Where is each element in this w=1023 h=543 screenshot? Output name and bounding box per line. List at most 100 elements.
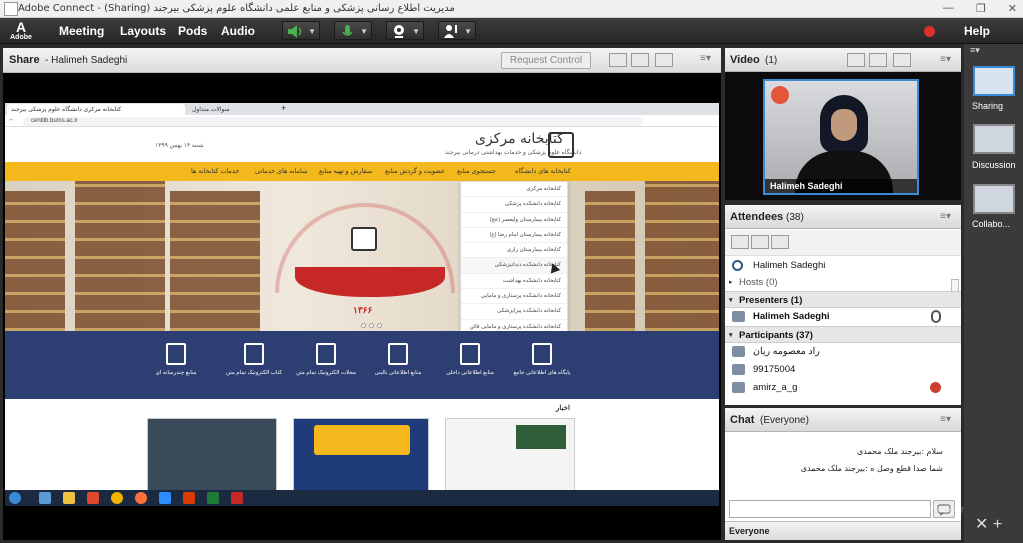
journal-icon[interactable]	[316, 343, 336, 365]
microphone-icon	[342, 25, 353, 36]
webcam-feed[interactable]: Halimeh Sadeghi	[763, 79, 919, 195]
taskbar-app-icon[interactable]	[39, 492, 51, 504]
taskbar-app-icon[interactable]	[87, 492, 99, 504]
attendees-count: (38)	[786, 212, 804, 223]
back-icon[interactable]: ←	[8, 116, 15, 123]
dropdown-item[interactable]: کتابخانه بیمارستان ولیعصر (عج)	[461, 213, 567, 228]
participants-group[interactable]: ▾ Participants (37)	[725, 326, 961, 343]
chrome-icon[interactable]	[111, 492, 123, 504]
ebook-icon[interactable]	[244, 343, 264, 365]
database-icon[interactable]	[532, 343, 552, 365]
dropdown-item[interactable]: کتابخانه دانشکده پیراپزشکی	[461, 304, 567, 320]
news-card-meeting-photo[interactable]	[147, 418, 277, 495]
pod-options-menu-icon[interactable]: ≡▾	[940, 54, 951, 65]
service-label[interactable]: مجلات الکترونیک تمام متن	[291, 370, 361, 376]
nav-order[interactable]: سفارش و تهیه منابع	[319, 167, 372, 175]
current-user-row[interactable]: Halimeh Sadeghi	[725, 257, 961, 274]
activate-windows-watermark: Activate Windows	[800, 484, 911, 500]
menu-help[interactable]: Help	[964, 24, 990, 38]
breakout-view-icon[interactable]	[771, 235, 789, 249]
grid-view-icon[interactable]	[751, 235, 769, 249]
dropdown-item[interactable]: کتابخانه دانشکده بهداشت	[461, 274, 567, 290]
attendee-row[interactable]: Halimeh Sadeghi	[725, 308, 961, 325]
hosts-group[interactable]: ▸ Hosts (0)	[725, 274, 961, 291]
video-filmstrip-icon[interactable]	[869, 53, 887, 67]
excel-icon[interactable]	[207, 492, 219, 504]
stethoscope-icon[interactable]	[388, 343, 408, 365]
microphone-button[interactable]: ▼	[334, 21, 372, 40]
attendee-row[interactable]: 99175004	[725, 361, 961, 378]
my-status-icon	[732, 260, 743, 271]
windows-start-icon[interactable]	[9, 492, 21, 504]
service-label[interactable]: کتاب الکترونیک تمام متن	[219, 370, 289, 376]
layout-label[interactable]: Collabo...	[972, 219, 1010, 229]
nav-libraries[interactable]: کتابخانه های دانشگاه	[515, 167, 571, 175]
attendee-row[interactable]: amirz_a_g	[725, 379, 961, 396]
video-fullscreen-icon[interactable]	[893, 53, 911, 67]
news-card-poster[interactable]	[293, 418, 429, 495]
menu-layouts[interactable]: Layouts	[120, 24, 166, 38]
presenters-group[interactable]: ▾ Presenters (1)	[725, 291, 961, 308]
pod-options-menu-icon[interactable]: ≡▾	[940, 414, 951, 425]
browser-url[interactable]: centlib.bums.ac.ir	[23, 117, 643, 126]
carousel-dots[interactable]	[361, 323, 382, 328]
service-label[interactable]: منابع اطلاعاتی داخلی	[435, 370, 505, 376]
multimedia-icon[interactable]	[166, 343, 186, 365]
layout-thumb-collaboration[interactable]	[973, 184, 1015, 214]
pod-options-menu-icon[interactable]: ≡▾	[700, 53, 711, 64]
powerpoint-icon[interactable]	[183, 492, 195, 504]
layout-label[interactable]: Discussion	[972, 160, 1016, 170]
nav-membership[interactable]: عضویت و گردش منابع	[385, 167, 445, 175]
layouts-close-icon[interactable]: ✕ +	[975, 514, 1002, 534]
fit-to-window-icon[interactable]	[609, 53, 627, 67]
menu-pods[interactable]: Pods	[178, 24, 207, 38]
nav-search[interactable]: جستجوی منابع	[457, 167, 496, 175]
maximize-button[interactable]: ❐	[976, 2, 986, 15]
video-pod-header: Video (1) ≡▾	[725, 48, 961, 72]
camera-button[interactable]: ▼	[386, 21, 424, 40]
news-card-classroom[interactable]	[445, 418, 575, 495]
dropdown-item[interactable]: کتابخانه دانشکده پرستاری و مامایی	[461, 289, 567, 305]
service-label[interactable]: پایگاه های اطلاعاتی جامع	[507, 370, 577, 376]
dropdown-item[interactable]: کتابخانه مرکزی	[461, 182, 567, 198]
chat-recipient-tab[interactable]: Everyone	[729, 526, 770, 536]
layout-label[interactable]: Sharing	[972, 101, 1003, 111]
new-tab-icon[interactable]: +	[281, 103, 286, 113]
list-view-icon[interactable]	[731, 235, 749, 249]
video-grid-icon[interactable]	[847, 53, 865, 67]
taskbar-app-icon[interactable]	[159, 492, 171, 504]
menu-meeting[interactable]: Meeting	[59, 24, 104, 38]
attendee-row[interactable]: راد معصومه ریان	[725, 343, 961, 360]
presenter-face	[831, 109, 857, 141]
layout-thumb-sharing[interactable]	[973, 66, 1015, 96]
nav-systems[interactable]: سامانه های خدماتی	[255, 167, 307, 175]
video-pod: Video (1) ≡▾ Halimeh Sadeghi	[725, 48, 961, 200]
layouts-menu-icon[interactable]: ≡▾	[970, 45, 980, 56]
service-label[interactable]: منابع چندرسانه ای	[141, 370, 211, 376]
dropdown-item[interactable]: کتابخانه دانشکده پزشکی	[461, 197, 567, 213]
menu-audio[interactable]: Audio	[221, 24, 255, 38]
firefox-icon[interactable]	[135, 492, 147, 504]
status-button[interactable]: ▼	[438, 21, 476, 40]
close-window-button[interactable]: ✕	[1008, 2, 1017, 15]
actual-size-icon[interactable]	[631, 53, 649, 67]
activate-windows-subtext: Go to Settings to activate Windows	[798, 504, 969, 516]
window-title: Adobe Connect - (Sharing) مدیریت اطلاع ر…	[18, 3, 455, 14]
dropdown-item[interactable]: کتابخانه بیمارستان رازی	[461, 243, 567, 259]
speaker-button[interactable]: ▼	[282, 21, 320, 40]
nav-services[interactable]: خدمات کتابخانه ها	[191, 167, 239, 175]
browser-tab-library[interactable]: کتابخانه مرکزی دانشگاه علوم پزشکی بیرجند	[7, 104, 185, 115]
dropdown-item[interactable]: کتابخانه بیمارستان امام رضا (ع)	[461, 228, 567, 244]
pod-options-menu-icon[interactable]: ≡▾	[940, 211, 951, 222]
document-icon[interactable]	[460, 343, 480, 365]
folder-icon[interactable]	[63, 492, 75, 504]
browser-tab-faq[interactable]: سوالات متداول	[188, 104, 274, 115]
recording-indicator-icon[interactable]	[924, 26, 935, 37]
service-label[interactable]: منابع اطلاعاتی بالینی	[363, 370, 433, 376]
request-control-button[interactable]: Request Control	[501, 52, 591, 69]
fullscreen-icon[interactable]	[655, 53, 673, 67]
layout-thumb-discussion[interactable]	[973, 124, 1015, 154]
adobe-reader-icon[interactable]	[231, 492, 243, 504]
minimize-button[interactable]: —	[943, 2, 954, 15]
participant-icon	[732, 382, 745, 393]
